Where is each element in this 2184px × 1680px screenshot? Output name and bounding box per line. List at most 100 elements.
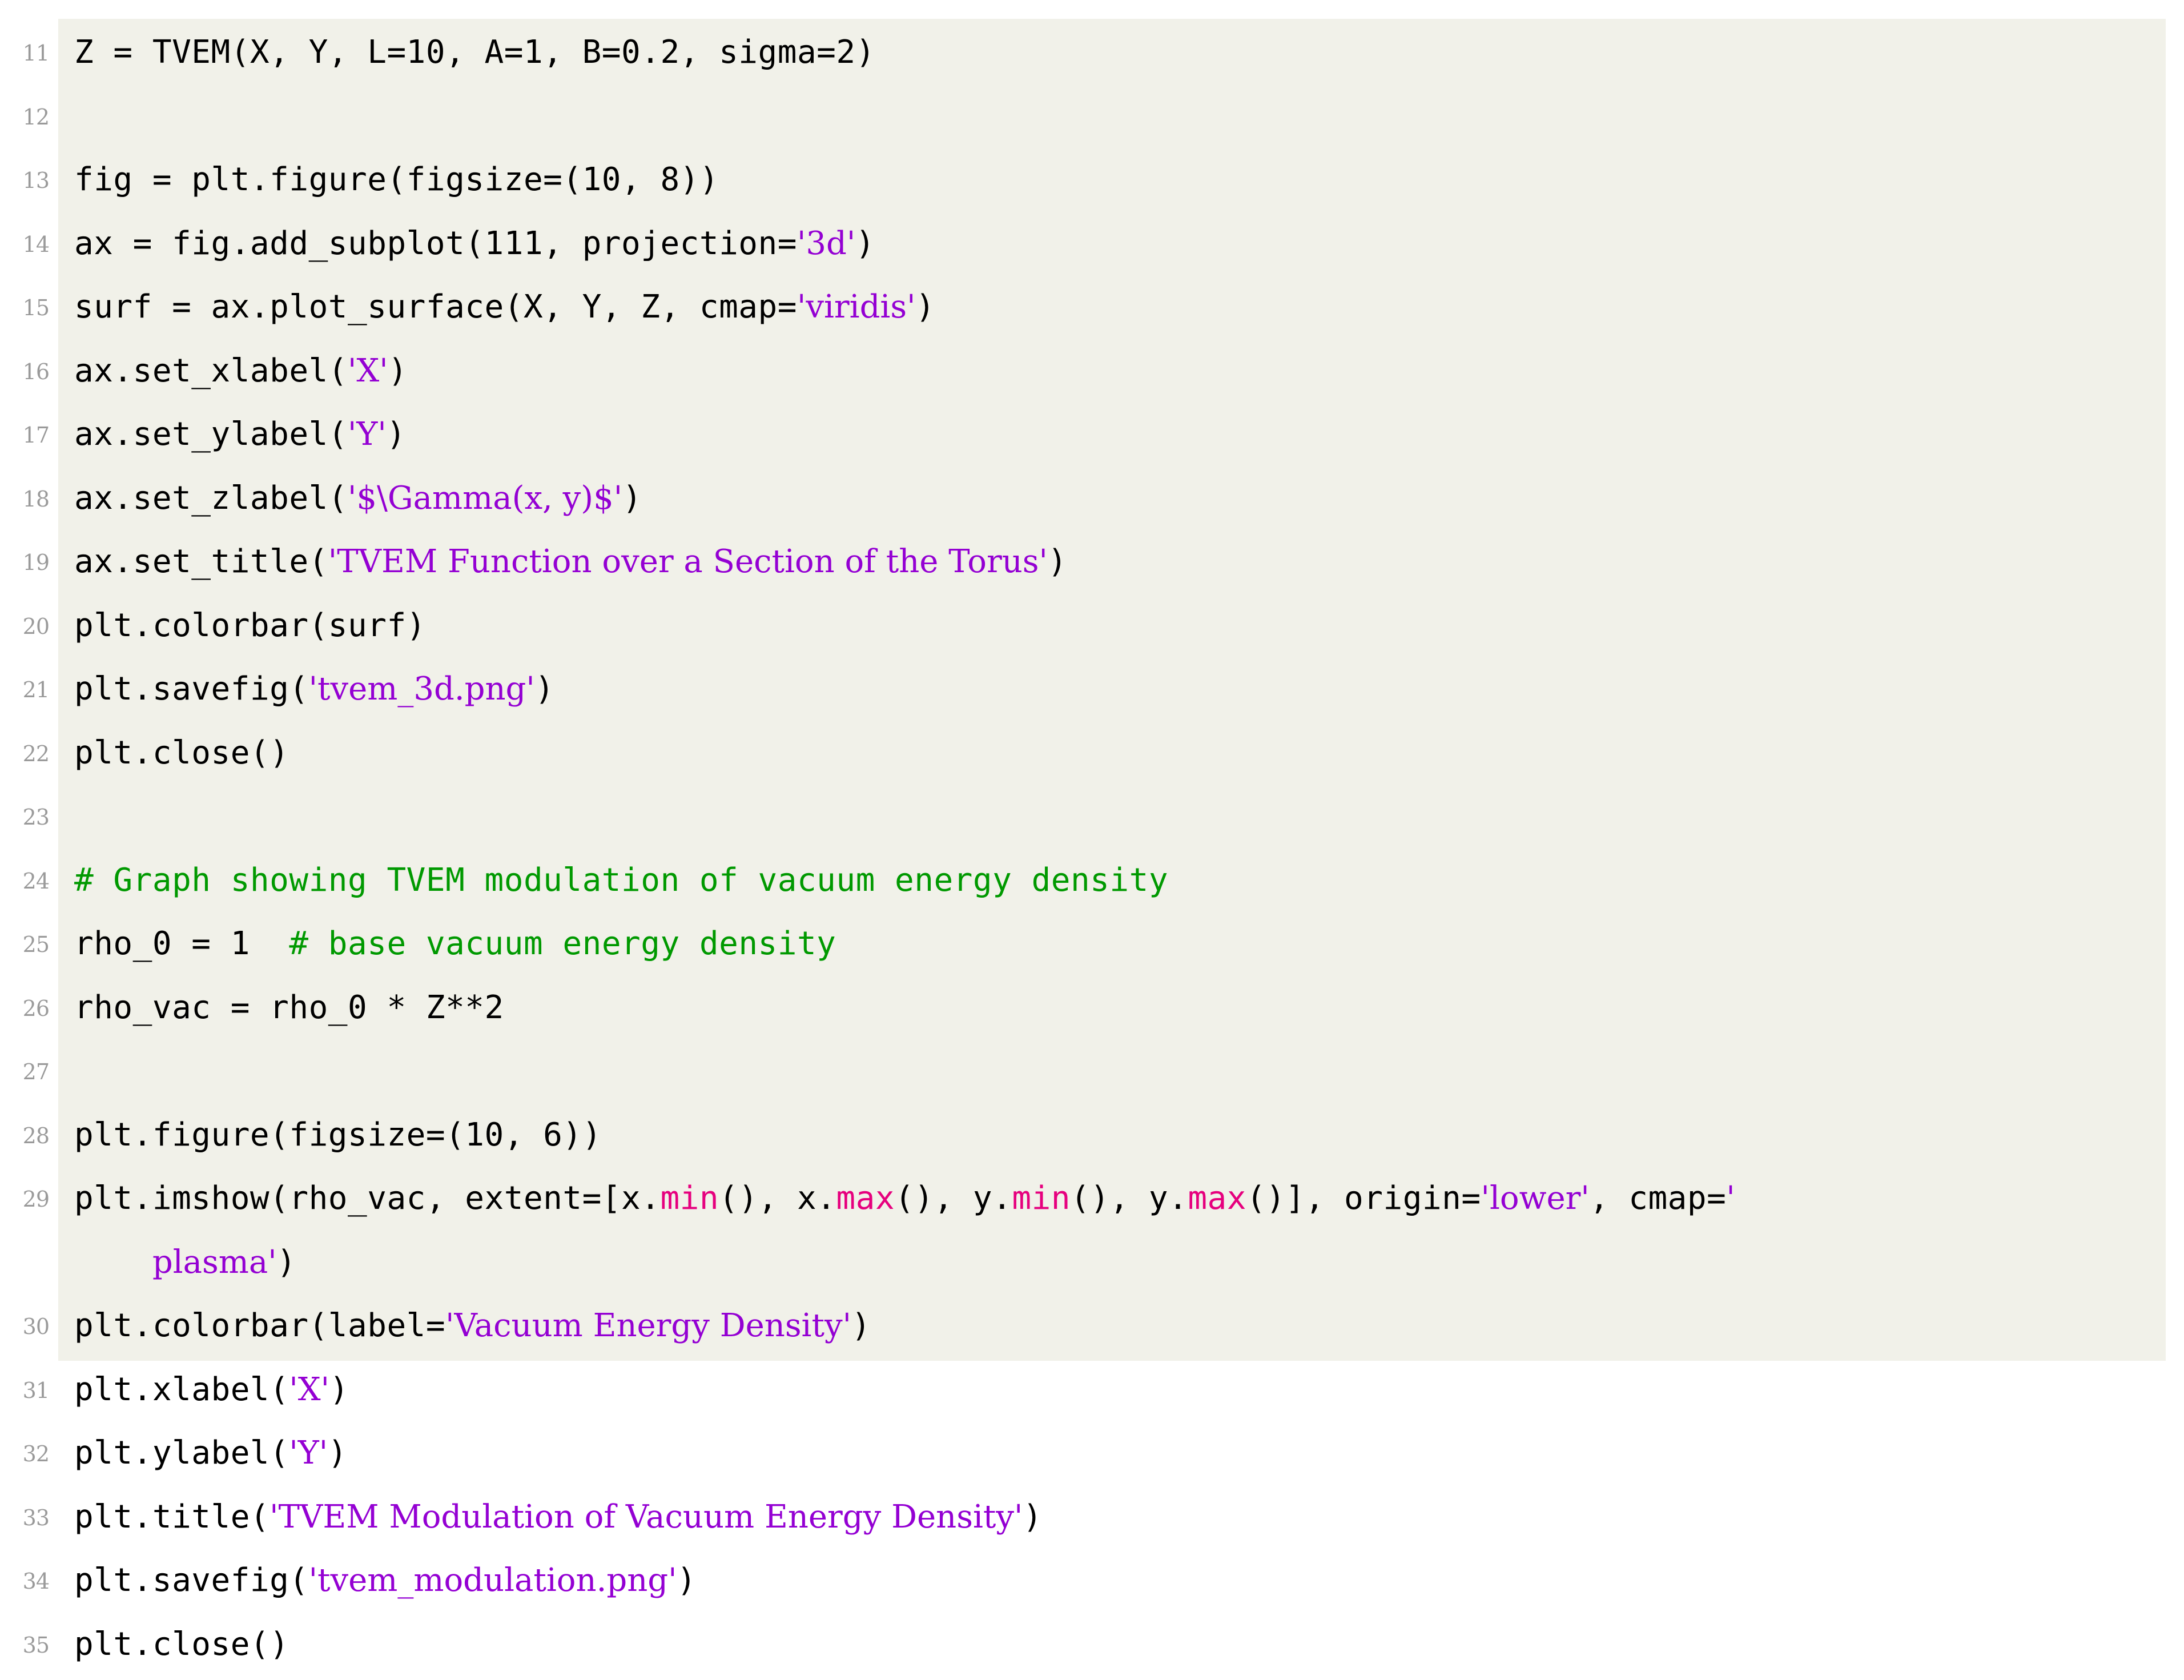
code-token-pln: plt.xlabel( (74, 1370, 289, 1408)
code-text[interactable]: plt.title('TVEM Modulation of Vacuum Ene… (74, 1484, 1043, 1548)
code-line[interactable]: 28 plt.figure(figsize=(10, 6)) (0, 1102, 2184, 1165)
code-token-str: 'tvem_modulation.png' (308, 1562, 677, 1599)
line-number: 17 (22, 423, 50, 448)
code-token-pln: (), y. (895, 1180, 1012, 1217)
code-line[interactable]: 23 (0, 783, 2184, 847)
code-line[interactable]: 15 surf = ax.plot_surface(X, Y, Z, cmap='… (0, 274, 2184, 337)
code-token-pln: ) (1023, 1498, 1043, 1536)
code-text[interactable]: plt.figure(figsize=(10, 6)) (74, 1102, 602, 1165)
code-line[interactable]: 19 ax.set_title('TVEM Function over a Sec… (0, 528, 2184, 592)
code-line[interactable]: 27 (0, 1038, 2184, 1102)
code-text[interactable]: plt.close() (74, 1611, 289, 1675)
code-token-str: ' (1726, 1180, 1735, 1217)
code-token-cmt: # base vacuum energy density (289, 925, 836, 962)
code-token-pln: ax.set_zlabel( (74, 479, 348, 517)
code-token-str: 'Y' (348, 416, 387, 453)
code-line[interactable]: 16 ax.set_xlabel('X') (0, 337, 2184, 401)
code-text[interactable]: Z = TVEM(X, Y, L=10, A=1, B=0.2, sigma=2… (74, 19, 875, 83)
code-token-pln: ) (915, 288, 935, 325)
code-token-kw: max (836, 1180, 895, 1217)
code-token-str: 'tvem_3d.png' (308, 670, 535, 708)
code-token-pln: ax.set_ylabel( (74, 416, 348, 453)
line-number: 20 (22, 613, 50, 639)
code-token-pln: ) (622, 479, 642, 517)
code-token-str: 'TVEM Modulation of Vacuum Energy Densit… (270, 1498, 1023, 1536)
code-text[interactable]: plt.ylabel('Y') (74, 1420, 347, 1484)
code-listing: 11 Z = TVEM(X, Y, L=10, A=1, B=0.2, sigma… (0, 0, 2184, 1663)
code-line[interactable]: 21 plt.savefig('tvem_3d.png') (0, 656, 2184, 720)
code-token-pln (74, 1244, 152, 1281)
code-token-pln: ) (855, 224, 875, 262)
code-token-pln: plt.close() (74, 734, 289, 771)
code-text[interactable]: plt.imshow(rho_vac, extent=[x.min(), x.m… (74, 1165, 1735, 1229)
code-text[interactable]: rho_0 = 1 # base vacuum energy density (74, 910, 836, 974)
code-text[interactable]: plasma') (74, 1229, 296, 1293)
code-text[interactable]: # Graph showing TVEM modulation of vacuu… (74, 847, 1168, 911)
line-number: 29 (22, 1187, 50, 1212)
line-number: 27 (22, 1059, 50, 1084)
code-token-str: 'X' (289, 1370, 330, 1408)
code-text[interactable]: plt.colorbar(label='Vacuum Energy Densit… (74, 1292, 871, 1356)
code-token-kw: min (1012, 1180, 1071, 1217)
code-token-pln: plt.colorbar(surf) (74, 606, 426, 644)
code-token-pln: ) (328, 1434, 348, 1472)
code-text[interactable]: ax.set_zlabel('$\Gamma(x, y)$') (74, 465, 642, 529)
code-line[interactable]: 31 plt.xlabel('X') (0, 1356, 2184, 1420)
code-token-pln: ) (388, 352, 408, 389)
code-text[interactable]: ax.set_ylabel('Y') (74, 401, 406, 465)
code-text[interactable]: rho_vac = rho_0 * Z**2 (74, 974, 504, 1038)
line-number: 22 (22, 741, 50, 766)
code-line[interactable]: 22 plt.close() (0, 720, 2184, 783)
code-text[interactable]: plt.savefig('tvem_3d.png') (74, 656, 554, 720)
code-token-str: 'Y' (289, 1434, 328, 1472)
code-text[interactable]: ax = fig.add_subplot(111, projection='3d… (74, 210, 875, 274)
code-line[interactable]: 13 fig = plt.figure(figsize=(10, 8)) (0, 146, 2184, 210)
code-line[interactable]: 25 rho_0 = 1 # base vacuum energy density (0, 910, 2184, 974)
code-token-pln: ) (386, 416, 406, 453)
code-line[interactable]: 29 plt.imshow(rho_vac, extent=[x.min(), x… (0, 1165, 2184, 1229)
code-token-str: plasma' (152, 1243, 277, 1281)
line-number: 24 (22, 868, 50, 894)
line-number: 33 (22, 1505, 50, 1530)
code-token-str: '3d' (797, 224, 856, 262)
code-token-pln: ) (677, 1562, 697, 1599)
code-text[interactable]: ax.set_title('TVEM Function over a Secti… (74, 528, 1067, 592)
code-token-pln: ) (276, 1243, 296, 1281)
code-line[interactable]: 24 # Graph showing TVEM modulation of vac… (0, 847, 2184, 911)
code-line[interactable]: 32 plt.ylabel('Y') (0, 1420, 2184, 1484)
code-text[interactable]: fig = plt.figure(figsize=(10, 8)) (74, 146, 719, 210)
code-line[interactable]: 17 ax.set_ylabel('Y') (0, 401, 2184, 465)
code-text[interactable]: ax.set_xlabel('X') (74, 337, 408, 401)
code-line[interactable]: 30 plt.colorbar(label='Vacuum Energy Dens… (0, 1292, 2184, 1356)
code-line[interactable]: 33 plt.title('TVEM Modulation of Vacuum E… (0, 1484, 2184, 1548)
code-token-kw: max (1188, 1180, 1246, 1217)
code-line[interactable]: 11 Z = TVEM(X, Y, L=10, A=1, B=0.2, sigma… (0, 19, 2184, 83)
line-number: 18 (22, 486, 50, 512)
code-text[interactable]: plt.savefig('tvem_modulation.png') (74, 1547, 697, 1611)
code-text[interactable]: plt.xlabel('X') (74, 1356, 349, 1420)
line-number: 31 (22, 1377, 50, 1403)
code-token-pln: ) (329, 1370, 349, 1408)
code-line[interactable]: 20 plt.colorbar(surf) (0, 592, 2184, 656)
code-lines-container[interactable]: 11 Z = TVEM(X, Y, L=10, A=1, B=0.2, sigma… (0, 19, 2184, 1674)
code-text[interactable]: plt.colorbar(surf) (74, 592, 426, 656)
code-token-str: 'viridis' (797, 288, 916, 325)
line-number: 28 (22, 1123, 50, 1148)
line-number: 11 (22, 41, 50, 66)
line-number: 34 (22, 1569, 50, 1594)
code-line[interactable]: 14 ax = fig.add_subplot(111, projection='… (0, 210, 2184, 274)
code-text[interactable]: plt.close() (74, 720, 289, 783)
code-line[interactable]: 35 plt.close() (0, 1611, 2184, 1675)
code-line[interactable]: 26 rho_vac = rho_0 * Z**2 (0, 974, 2184, 1038)
code-line[interactable]: 34 plt.savefig('tvem_modulation.png') (0, 1547, 2184, 1611)
code-token-pln: plt.close() (74, 1625, 289, 1663)
code-token-pln: plt.imshow(rho_vac, extent=[x. (74, 1180, 661, 1217)
code-token-str: 'Vacuum Energy Density' (445, 1307, 852, 1344)
code-line[interactable]: 18 ax.set_zlabel('$\Gamma(x, y)$') (0, 465, 2184, 529)
code-token-pln: plt.title( (74, 1498, 270, 1536)
code-line[interactable]: plasma') (0, 1229, 2184, 1293)
code-line[interactable]: 12 (0, 83, 2184, 147)
code-text[interactable]: surf = ax.plot_surface(X, Y, Z, cmap='vi… (74, 274, 935, 337)
code-token-str: 'TVEM Function over a Section of the Tor… (328, 543, 1048, 580)
code-token-str: 'X' (348, 352, 388, 389)
